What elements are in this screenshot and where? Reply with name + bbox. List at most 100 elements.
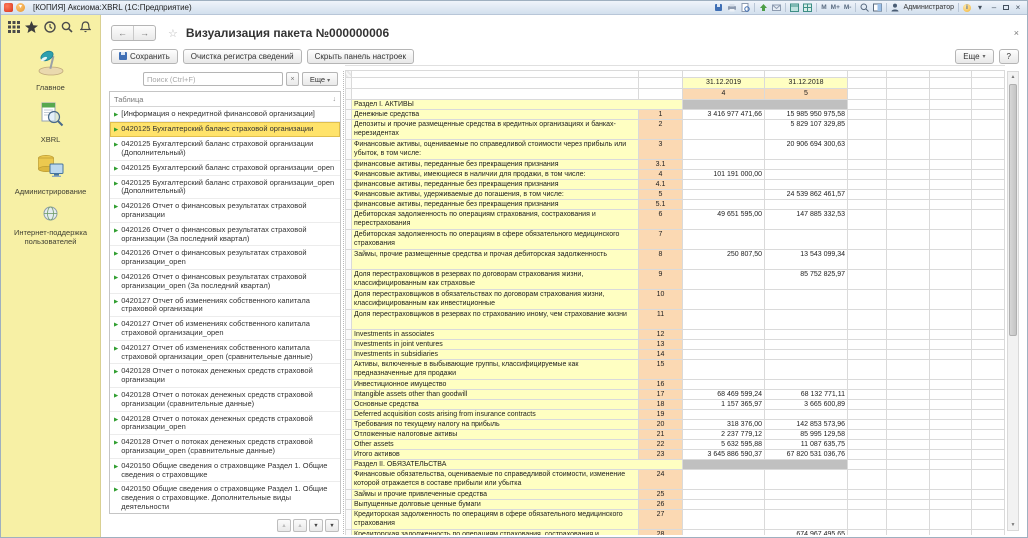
grid-empty-cell[interactable] — [972, 170, 1005, 180]
search-clear-button[interactable]: × — [286, 72, 299, 86]
grid-rownum-cell[interactable]: 21 — [639, 430, 683, 440]
grid-empty-cell[interactable] — [972, 71, 1005, 78]
grid-empty-cell[interactable] — [972, 490, 1005, 500]
grid-value-cell[interactable] — [765, 350, 848, 360]
list-item[interactable]: ▶ [Информация о некредитной финансовой о… — [110, 107, 340, 122]
move-top-button[interactable]: ▲ — [277, 519, 291, 532]
grid-rownum-cell[interactable]: 16 — [639, 380, 683, 390]
grid-empty-cell[interactable] — [887, 180, 930, 190]
expand-triangle-icon[interactable]: ▶ — [114, 368, 118, 376]
grid-value-cell[interactable] — [683, 180, 765, 190]
grid-value-cell[interactable]: 5 829 107 329,85 — [765, 120, 848, 140]
grid-empty-cell[interactable] — [930, 470, 972, 490]
grid-empty-cell[interactable] — [887, 230, 930, 250]
grid-empty-cell[interactable] — [639, 78, 683, 89]
grid-label-cell[interactable]: Deferred acquisition costs arising from … — [352, 410, 639, 420]
grid-value-cell[interactable] — [765, 500, 848, 510]
grid-rownum-cell[interactable]: 14 — [639, 350, 683, 360]
sidebar-item-internet-support[interactable]: Интернет-поддержка пользователей — [1, 206, 100, 246]
grid-empty-cell[interactable] — [887, 470, 930, 490]
grid-label-cell[interactable]: Денежные средства — [352, 110, 639, 120]
grid-label-cell[interactable]: финансовые активы, переданные без прекра… — [352, 180, 639, 190]
grid-empty-cell[interactable] — [683, 71, 765, 78]
grid-value-cell[interactable] — [683, 160, 765, 170]
list-item[interactable]: ▶ 0420126 Отчет о финансовых результатах… — [110, 223, 340, 247]
list-item[interactable]: ▶ 0420126 Отчет о финансовых результатах… — [110, 270, 340, 294]
grid-empty-cell[interactable] — [848, 470, 887, 490]
grid-value-cell[interactable]: 13 543 099,34 — [765, 250, 848, 270]
grid-empty-cell[interactable] — [930, 530, 972, 536]
list-item[interactable]: ▶ 0420125 Бухгалтерский баланс страховой… — [110, 161, 340, 176]
grid-label-cell[interactable]: Депозиты и прочие размещенные средства в… — [352, 120, 639, 140]
table-icon[interactable] — [803, 3, 812, 12]
grid-empty-cell[interactable] — [972, 89, 1005, 100]
list-item[interactable]: ▶ 0420127 Отчет об изменениях собственно… — [110, 341, 340, 365]
favorites-star-icon[interactable] — [25, 20, 39, 34]
grid-value-cell[interactable] — [683, 500, 765, 510]
grid-empty-cell[interactable] — [972, 380, 1005, 390]
grid-rownum-cell[interactable]: 3.1 — [639, 160, 683, 170]
grid-empty-cell[interactable] — [848, 180, 887, 190]
grid-empty-cell[interactable] — [972, 410, 1005, 420]
grid-empty-cell[interactable] — [930, 510, 972, 530]
grid-label-cell[interactable]: Investments in joint ventures — [352, 340, 639, 350]
grid-label-cell[interactable]: Финансовые активы, имеющиеся в наличии д… — [352, 170, 639, 180]
grid-label-cell[interactable]: Финансовые активы, удерживаемые до погаш… — [352, 190, 639, 200]
expand-triangle-icon[interactable]: ▶ — [114, 321, 118, 329]
grid-value-cell[interactable]: 3 416 977 471,66 — [683, 110, 765, 120]
save-icon[interactable] — [714, 3, 723, 12]
grid-value-cell[interactable] — [765, 290, 848, 310]
grid-empty-cell[interactable] — [848, 330, 887, 340]
grid-empty-cell[interactable] — [887, 490, 930, 500]
grid-empty-cell[interactable] — [972, 78, 1005, 89]
grid-empty-cell[interactable] — [887, 190, 930, 200]
memory-m-button[interactable]: M — [821, 4, 826, 11]
grid-empty-cell[interactable] — [972, 360, 1005, 380]
grid-label-cell[interactable]: Кредиторская задолженность по операциям … — [352, 530, 639, 536]
grid-empty-cell[interactable] — [930, 440, 972, 450]
minimize-button[interactable]: – — [989, 3, 999, 12]
restore-button[interactable] — [1003, 5, 1009, 10]
grid-empty-cell[interactable] — [930, 120, 972, 140]
grid-label-cell[interactable]: Финансовые активы, оцениваемые по справе… — [352, 140, 639, 160]
list-item[interactable]: ▶ 0420127 Отчет об изменениях собственно… — [110, 317, 340, 341]
grid-empty-cell[interactable] — [972, 510, 1005, 530]
grid-empty-cell[interactable] — [887, 420, 930, 430]
print-preview-icon[interactable] — [741, 3, 750, 12]
expand-triangle-icon[interactable]: ▶ — [114, 111, 118, 119]
expand-triangle-icon[interactable]: ▶ — [114, 416, 118, 424]
grid-empty-cell[interactable] — [930, 100, 972, 110]
titlebar-caret-icon[interactable]: ▾ — [975, 3, 985, 12]
list-item[interactable]: ▶ 0420128 Отчет о потоках денежных средс… — [110, 388, 340, 412]
grid-rownum-cell[interactable]: 2 — [639, 120, 683, 140]
grid-empty-cell[interactable] — [930, 340, 972, 350]
grid-empty-cell[interactable] — [848, 140, 887, 160]
grid-empty-cell[interactable] — [887, 310, 930, 330]
grid-label-cell[interactable]: Финансовые обязательства, оцениваемые по… — [352, 470, 639, 490]
grid-empty-cell[interactable] — [352, 71, 639, 78]
list-item[interactable]: ▶ 0420126 Отчет о финансовых результатах… — [110, 199, 340, 223]
grid-value-cell[interactable]: 20 906 694 300,63 — [765, 140, 848, 160]
grid-rownum-cell[interactable]: 9 — [639, 270, 683, 290]
vertical-scrollbar[interactable]: ▲ ▼ — [1007, 71, 1019, 531]
list-item[interactable]: ▶ 0420150 Общие сведения о страховщике Р… — [110, 459, 340, 483]
grid-value-cell[interactable] — [683, 490, 765, 500]
grid-colnum-header[interactable]: 4 — [683, 89, 765, 100]
grid-empty-cell[interactable] — [972, 310, 1005, 330]
grid-empty-cell[interactable] — [930, 390, 972, 400]
scroll-down-arrow[interactable]: ▼ — [1008, 520, 1018, 530]
grid-empty-cell[interactable] — [930, 490, 972, 500]
grid-value-cell[interactable]: 142 853 573,96 — [765, 420, 848, 430]
back-button[interactable]: ← — [112, 26, 134, 40]
grid-empty-cell[interactable] — [972, 350, 1005, 360]
grid-value-cell[interactable]: 85 995 129,58 — [765, 430, 848, 440]
grid-rownum-cell[interactable]: 4 — [639, 170, 683, 180]
grid-empty-cell[interactable] — [848, 190, 887, 200]
grid-rownum-cell[interactable]: 24 — [639, 470, 683, 490]
grid-empty-cell[interactable] — [972, 530, 1005, 536]
grid-value-cell[interactable] — [683, 200, 765, 210]
grid-empty-cell[interactable] — [972, 180, 1005, 190]
grid-colnum-header[interactable]: 5 — [765, 89, 848, 100]
grid-value-cell[interactable]: 68 132 771,11 — [765, 390, 848, 400]
grid-empty-cell[interactable] — [930, 430, 972, 440]
